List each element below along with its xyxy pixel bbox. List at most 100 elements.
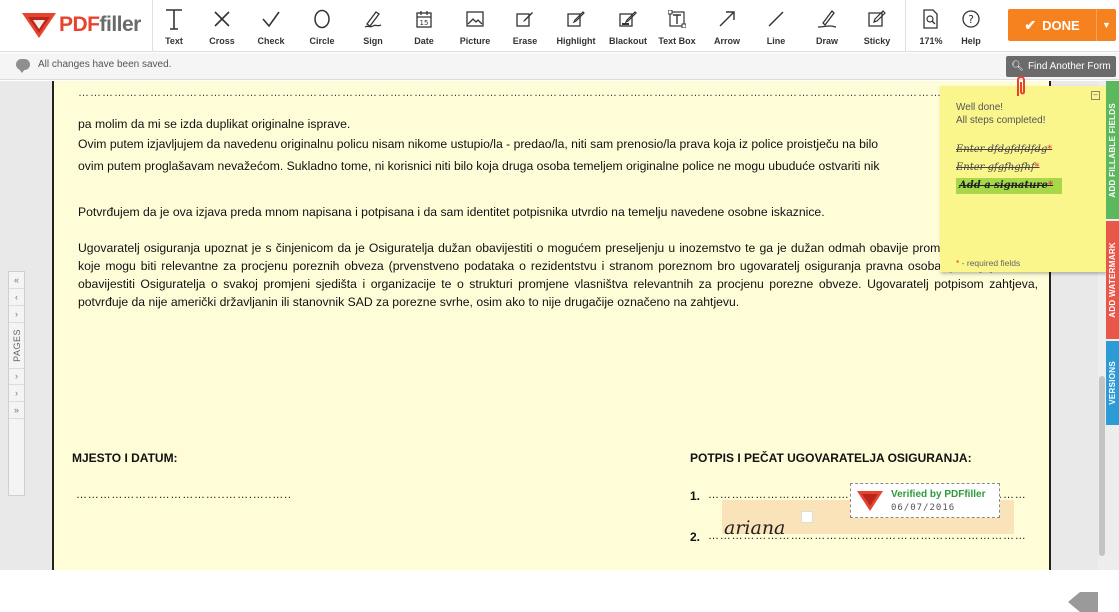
tool-text-box[interactable]: Text Box — [656, 4, 698, 50]
doc-text-line: ovim putem proglašavam nevažećom. Suklad… — [78, 159, 880, 173]
tool-label: Erase — [512, 36, 538, 46]
wizard-sticky-note: – Well done! All steps completed! Enter … — [940, 76, 1106, 272]
pdffiller-logo-icon — [22, 13, 56, 38]
help-icon: ? — [962, 4, 980, 34]
arrow-icon — [718, 4, 736, 34]
save-status-text: All changes have been saved. — [38, 59, 172, 70]
tool-blackout[interactable]: Blackout — [608, 4, 648, 50]
tool-draw[interactable]: Draw — [812, 4, 842, 50]
tool-label: Check — [257, 36, 285, 46]
dotted-line: …………………………………………………………………………………………………………… — [78, 87, 1028, 99]
done-label: DONE — [1042, 17, 1080, 33]
minimize-icon[interactable]: – — [1091, 91, 1100, 100]
document-viewport: « ‹ › PAGES › › » …………………………………………………………… — [0, 81, 1098, 612]
pdffiller-logo[interactable]: PDFfiller — [22, 10, 141, 40]
doc-text-line: pa molim da mi se izda duplikat original… — [78, 117, 351, 131]
verified-badge: Verified by PDFfiller 06/07/2016 — [850, 483, 1000, 518]
tool-label: Line — [766, 36, 786, 46]
prev-page-icon[interactable]: ‹ — [9, 289, 24, 306]
tool-erase[interactable]: Erase — [510, 4, 540, 50]
verified-date: 06/07/2016 — [891, 502, 956, 513]
toolbar: PDFfiller Text Cross Check Circle Sign 1… — [0, 0, 1119, 52]
tool-label: Blackout — [608, 36, 647, 46]
svg-text:?: ? — [968, 13, 974, 26]
tool-label: Cross — [209, 36, 235, 46]
sign-icon — [363, 4, 383, 34]
circle-icon — [313, 4, 331, 34]
wizard-step[interactable]: Enter dfdgfdfdfdg* — [956, 144, 1052, 155]
signature-text[interactable]: ariana — [724, 517, 785, 539]
line-number: 1. — [690, 489, 701, 503]
tool-cross[interactable]: Cross — [205, 4, 239, 50]
tool-text[interactable]: Text — [160, 4, 188, 50]
doc-text-line: Potvrđujem da je ova izjava preda mnom n… — [78, 205, 825, 219]
last-page-icon[interactable]: » — [9, 402, 24, 419]
first-page-icon[interactable]: « — [9, 272, 24, 289]
done-dropdown-caret[interactable]: ▼ — [1096, 9, 1116, 41]
tool-sticky[interactable]: Sticky — [860, 4, 894, 50]
tab-versions[interactable]: VERSIONS — [1106, 341, 1119, 425]
tool-label: Date — [414, 36, 434, 46]
paperclip-icon — [1017, 76, 1025, 96]
tool-label: Sticky — [863, 36, 891, 46]
tool-circle[interactable]: Circle — [305, 4, 339, 50]
tool-zoom[interactable]: 171% — [916, 4, 946, 50]
tool-label: Text Box — [658, 36, 696, 46]
text-box-icon — [668, 4, 686, 34]
tool-label: Text — [165, 36, 183, 46]
sticky-subtitle: All steps completed! — [956, 115, 1046, 126]
collapse-panel-icon[interactable] — [1068, 592, 1098, 612]
tool-label: Circle — [309, 36, 335, 46]
verified-title: Verified by PDFfiller — [891, 488, 986, 500]
tool-check[interactable]: Check — [254, 4, 288, 50]
doc-text-line: Ovim putem izjavljujem da navedenu origi… — [78, 137, 879, 151]
pdf-page: …………………………………………………………………………………………………………… — [52, 81, 1051, 570]
done-button[interactable]: ✔ DONE ▼ — [1008, 9, 1116, 41]
erase-icon — [516, 4, 534, 34]
tool-highlight[interactable]: Highlight — [555, 4, 597, 50]
toolbar-divider — [905, 0, 906, 52]
line-number: 2. — [690, 530, 701, 544]
pdffiller-logo-icon — [857, 490, 883, 511]
save-status: All changes have been saved. — [16, 59, 172, 73]
pages-label[interactable]: PAGES — [12, 323, 22, 368]
tool-sign[interactable]: Sign — [358, 4, 388, 50]
signature-resize-handle[interactable] — [801, 511, 813, 523]
tool-date[interactable]: 15 Date — [410, 4, 438, 50]
check-icon: ✔ — [1024, 16, 1037, 33]
expand-pages-icon[interactable]: › — [9, 306, 24, 323]
tool-arrow[interactable]: Arrow — [711, 4, 743, 50]
svg-text:15: 15 — [420, 19, 429, 27]
wizard-step-active[interactable]: Add a signature* — [956, 178, 1062, 194]
find-another-form-label: Find Another Form — [1027, 61, 1111, 72]
date-icon: 15 — [416, 4, 432, 34]
tool-label: Picture — [459, 36, 491, 46]
line-icon — [767, 4, 785, 34]
signature-heading: POTPIS I PEČAT UGOVARATELJA OSIGURANJA: — [690, 451, 972, 465]
blackout-icon — [619, 4, 637, 34]
picture-icon — [466, 4, 484, 34]
pages-navigator: « ‹ › PAGES › › » — [8, 271, 25, 496]
required-legend: * - required fields — [956, 258, 1021, 268]
tab-add-watermark[interactable]: ADD WATERMARK — [1106, 221, 1119, 339]
tool-picture[interactable]: Picture — [455, 4, 495, 50]
next-page-icon[interactable]: › — [9, 385, 24, 402]
logo-text-pdf: PDF — [59, 13, 100, 36]
cross-icon — [213, 4, 231, 34]
tool-line[interactable]: Line — [763, 4, 789, 50]
expand-pages-icon[interactable]: › — [9, 367, 24, 385]
tool-label: 171% — [919, 36, 943, 46]
toolbar-divider — [152, 0, 153, 52]
place-date-field[interactable]: ………………………………..…….…..….. — [76, 489, 306, 501]
zoom-icon — [923, 4, 939, 34]
doc-paragraph: Ugovaratelj osiguranja upoznat je s činj… — [78, 241, 1038, 309]
highlight-icon — [567, 4, 585, 34]
tool-label: Highlight — [556, 36, 596, 46]
tool-help[interactable]: ? Help — [956, 4, 986, 50]
tool-label: Arrow — [713, 36, 740, 46]
search-icon: 🔍︎ — [1011, 61, 1024, 72]
wizard-step[interactable]: Enter gfgfhgfhf* — [956, 162, 1040, 173]
text-icon — [165, 4, 183, 34]
tab-add-fillable-fields[interactable]: ADD FILLABLE FIELDS — [1106, 81, 1119, 219]
scrollbar-thumb[interactable] — [1099, 376, 1105, 556]
